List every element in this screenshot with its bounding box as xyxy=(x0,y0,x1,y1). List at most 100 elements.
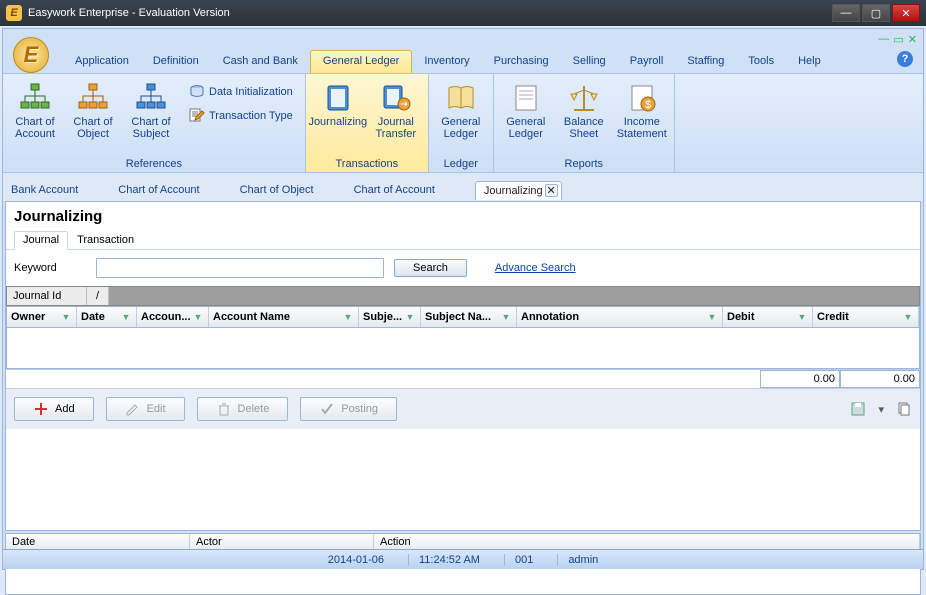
org-chart-icon xyxy=(135,82,167,114)
col-subject-name[interactable]: Subject Na...▼ xyxy=(421,307,517,327)
ribbon-data-initialization-label: Data Initialization xyxy=(209,86,293,98)
ribbon-general-ledger[interactable]: General Ledger xyxy=(435,78,487,156)
chevron-down-icon[interactable]: ▼ xyxy=(902,312,914,322)
app-window: — ▭ ✕ E Application Definition Cash and … xyxy=(2,28,924,570)
chevron-down-icon[interactable]: ▼ xyxy=(500,312,512,322)
ribbon-group-ledger-label: Ledger xyxy=(435,156,487,172)
status-time: 11:24:52 AM xyxy=(408,554,490,566)
ribbon-journalizing-label: Journalizing xyxy=(308,116,367,128)
ribbon-chart-of-object[interactable]: Chart of Object xyxy=(67,78,119,156)
tab-chart-of-account[interactable]: Chart of Account xyxy=(118,184,199,196)
status-date: 2014-01-06 xyxy=(318,554,394,566)
menu-purchasing[interactable]: Purchasing xyxy=(482,51,561,73)
ribbon-group-reports-label: Reports xyxy=(500,156,668,172)
keyword-label: Keyword xyxy=(14,262,86,274)
inner-close-icon[interactable]: ✕ xyxy=(908,33,917,46)
tab-journalizing-label: Journalizing xyxy=(484,185,543,197)
ribbon-data-initialization[interactable]: Data Initialization xyxy=(187,82,295,102)
help-icon[interactable]: ? xyxy=(897,51,913,67)
check-icon xyxy=(319,401,335,417)
subtab-transaction[interactable]: Transaction xyxy=(68,231,143,249)
add-button[interactable]: Add xyxy=(14,397,94,421)
page-title: Journalizing xyxy=(6,202,920,225)
sub-tabs: Journal Transaction xyxy=(6,225,920,250)
ribbon-transaction-type[interactable]: Transaction Type xyxy=(187,106,295,126)
menu-definition[interactable]: Definition xyxy=(141,51,211,73)
chevron-down-icon[interactable]: ▼ xyxy=(120,312,132,322)
ribbon-chart-of-object-label: Chart of Object xyxy=(69,116,117,140)
tab-close-icon[interactable]: ✕ xyxy=(545,184,558,197)
menu-inventory[interactable]: Inventory xyxy=(412,51,481,73)
ribbon-income-statement-label: Income Statement xyxy=(617,116,667,140)
ribbon-journal-transfer[interactable]: Journal Transfer xyxy=(370,78,422,156)
copy-page-icon[interactable] xyxy=(896,401,912,417)
ribbon-journalizing[interactable]: Journalizing xyxy=(312,78,364,156)
app-brand-icon: E xyxy=(13,37,49,73)
inner-restore-icon[interactable]: ▭ xyxy=(893,33,903,46)
minimize-button[interactable]: — xyxy=(832,4,860,22)
menu-selling[interactable]: Selling xyxy=(561,51,618,73)
tab-chart-of-object[interactable]: Chart of Object xyxy=(240,184,314,196)
ribbon-report-general-ledger[interactable]: General Ledger xyxy=(500,78,552,156)
menu-application[interactable]: Application xyxy=(63,51,141,73)
menu-tools[interactable]: Tools xyxy=(736,51,786,73)
posting-button[interactable]: Posting xyxy=(300,397,397,421)
col-annotation[interactable]: Annotation▼ xyxy=(517,307,723,327)
subtab-journal[interactable]: Journal xyxy=(14,231,68,250)
ribbon-journal-transfer-label: Journal Transfer xyxy=(372,116,420,140)
edit-button[interactable]: Edit xyxy=(106,397,185,421)
dropdown-caret-icon[interactable]: ▾ xyxy=(878,403,884,416)
chevron-down-icon[interactable]: ▼ xyxy=(342,312,354,322)
chevron-down-icon[interactable]: ▼ xyxy=(192,312,204,322)
ribbon-income-statement[interactable]: $ Income Statement xyxy=(616,78,668,156)
ribbon: Chart of Account Chart of Object Chart o… xyxy=(3,73,923,173)
database-refresh-icon xyxy=(189,84,205,100)
ribbon-chart-of-account[interactable]: Chart of Account xyxy=(9,78,61,156)
app-logo-icon: E xyxy=(6,5,22,21)
tab-bank-account[interactable]: Bank Account xyxy=(11,184,78,196)
menu-payroll[interactable]: Payroll xyxy=(618,51,676,73)
status-bar: 2014-01-06 11:24:52 AM 001 admin xyxy=(3,549,923,569)
search-row: Keyword Search Advance Search xyxy=(6,250,920,286)
keyword-input[interactable] xyxy=(96,258,384,278)
col-account-name[interactable]: Account Name▼ xyxy=(209,307,359,327)
col-account[interactable]: Accoun...▼ xyxy=(137,307,209,327)
inner-minimize-icon[interactable]: — xyxy=(878,33,889,46)
ribbon-group-transactions-label: Transactions xyxy=(312,156,422,172)
org-chart-icon xyxy=(19,82,51,114)
menu-general-ledger[interactable]: General Ledger xyxy=(310,50,412,73)
journal-book-icon xyxy=(322,82,354,114)
svg-text:$: $ xyxy=(645,99,651,111)
ribbon-group-reports: General Ledger Balance Sheet $ Income St… xyxy=(494,74,675,172)
col-credit[interactable]: Credit▼ xyxy=(813,307,919,327)
ribbon-report-gl-label: General Ledger xyxy=(502,116,550,140)
search-button[interactable]: Search xyxy=(394,259,467,277)
menu-staffing[interactable]: Staffing xyxy=(675,51,736,73)
chevron-down-icon[interactable]: ▼ xyxy=(404,312,416,322)
col-date[interactable]: Date▼ xyxy=(77,307,137,327)
grid-header: Owner▼ Date▼ Accoun...▼ Account Name▼ Su… xyxy=(7,307,919,328)
delete-button[interactable]: Delete xyxy=(197,397,289,421)
content-panel: Journalizing Journal Transaction Keyword… xyxy=(5,201,921,531)
advance-search-link[interactable]: Advance Search xyxy=(495,262,576,274)
col-debit[interactable]: Debit▼ xyxy=(723,307,813,327)
tab-journalizing[interactable]: Journalizing ✕ xyxy=(475,181,562,200)
ribbon-transaction-type-label: Transaction Type xyxy=(209,110,293,122)
save-disk-icon[interactable] xyxy=(850,401,866,417)
col-subject[interactable]: Subje...▼ xyxy=(359,307,421,327)
menu-help[interactable]: Help xyxy=(786,51,833,73)
ribbon-chart-of-subject[interactable]: Chart of Subject xyxy=(125,78,177,156)
chevron-down-icon[interactable]: ▼ xyxy=(60,312,72,322)
chevron-down-icon[interactable]: ▼ xyxy=(796,312,808,322)
tab-chart-of-account-2[interactable]: Chart of Account xyxy=(354,184,435,196)
ribbon-balance-sheet[interactable]: Balance Sheet xyxy=(558,78,610,156)
chevron-down-icon[interactable]: ▼ xyxy=(706,312,718,322)
maximize-button[interactable]: ▢ xyxy=(862,4,890,22)
col-owner[interactable]: Owner▼ xyxy=(7,307,77,327)
ribbon-chart-of-subject-label: Chart of Subject xyxy=(127,116,175,140)
ribbon-group-references-label: References xyxy=(9,156,299,172)
menu-bar: Application Definition Cash and Bank Gen… xyxy=(3,29,923,73)
menu-cash-and-bank[interactable]: Cash and Bank xyxy=(211,51,310,73)
data-grid: Owner▼ Date▼ Accoun...▼ Account Name▼ Su… xyxy=(6,306,920,369)
close-button[interactable]: ✕ xyxy=(892,4,920,22)
